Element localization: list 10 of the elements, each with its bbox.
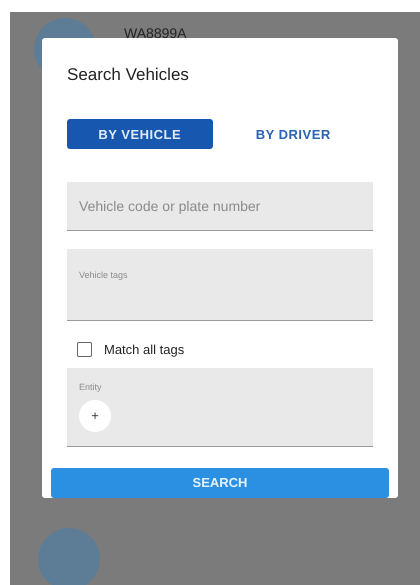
tab[interactable]: BY DRIVER: [220, 119, 366, 149]
dialog-title: Search Vehicles: [67, 65, 190, 85]
field-label: Entity: [79, 382, 102, 392]
checkbox-label: Match all tags: [104, 342, 184, 357]
tab[interactable]: BY VEHICLE: [67, 119, 212, 149]
vehicle-code: WA8899A: [124, 25, 187, 41]
checkbox[interactable]: [77, 342, 92, 357]
add-button[interactable]: +: [79, 400, 111, 432]
match-all-checkbox-row[interactable]: Match all tags: [77, 342, 374, 357]
vehicle-code-field[interactable]: Vehicle code or plate number: [67, 182, 373, 230]
